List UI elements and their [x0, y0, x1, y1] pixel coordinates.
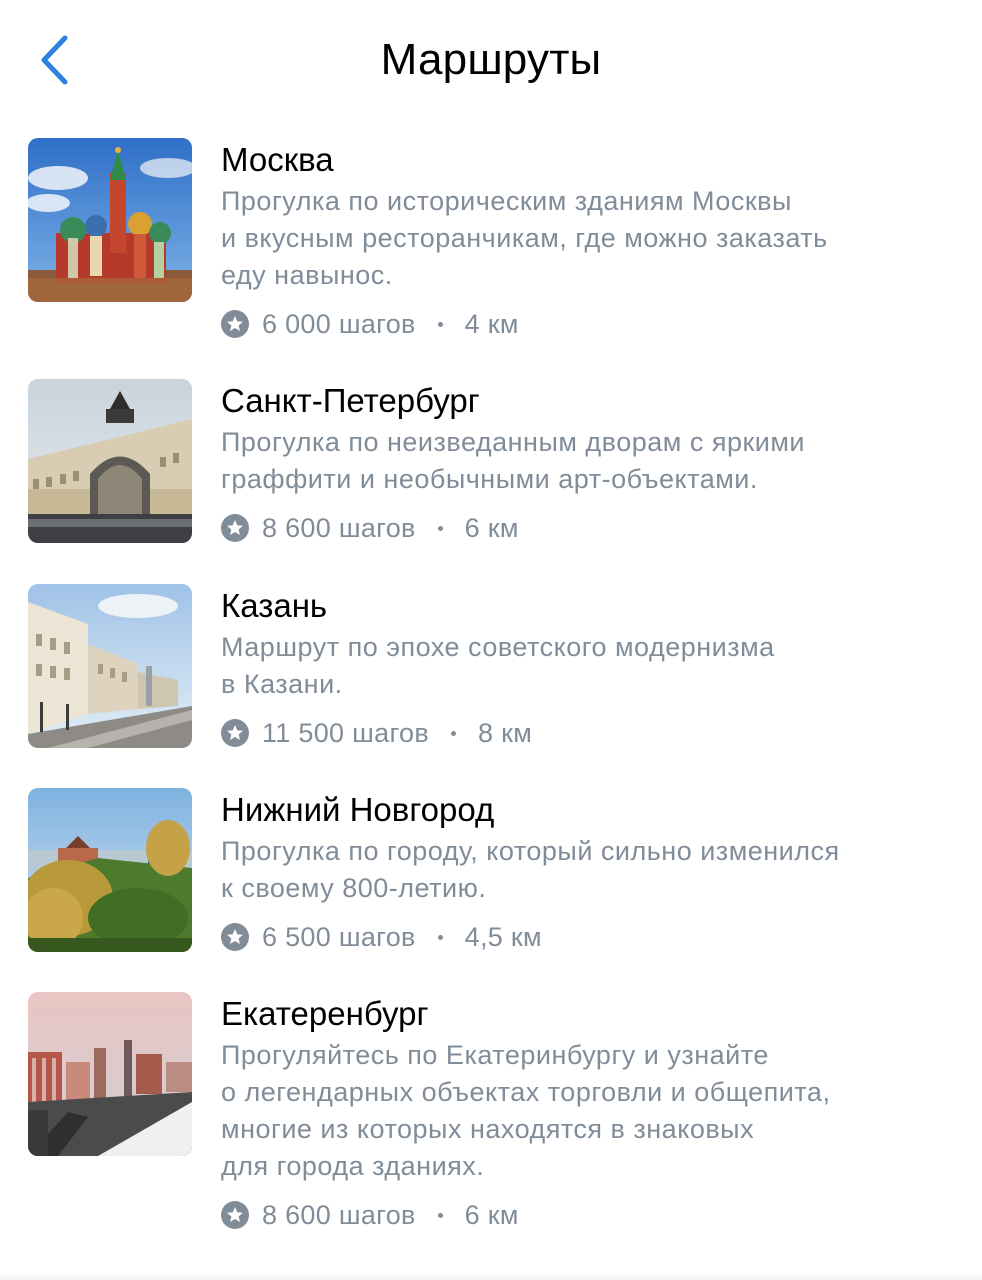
description-line: многие из которых находятся в знаковых: [221, 1114, 755, 1144]
route-stats: 8 600 шагов 6 км: [221, 506, 961, 550]
description-line: граффити и необычными арт-объектами.: [221, 464, 758, 494]
description-line: и вкусным ресторанчикам, где можно заказ…: [221, 223, 828, 253]
description-line: Прогулка по городу, который сильно измен…: [221, 836, 840, 866]
route-info: Москва Прогулка по историческим зданиям …: [221, 138, 961, 346]
separator-dot: [437, 525, 443, 531]
general-staff-building-photo: [28, 379, 192, 543]
route-stats: 11 500 шагов 8 км: [221, 711, 961, 755]
star-icon: [221, 310, 249, 338]
route-stats: 6 000 шагов 4 км: [221, 302, 961, 346]
distance: 8 км: [477, 717, 533, 748]
page-title: Маршруты: [380, 35, 602, 84]
description-line: для города зданиях.: [221, 1151, 485, 1181]
route-description: Прогулка по городу, который сильно измен…: [221, 833, 961, 907]
kazan-street-photo: [28, 584, 192, 748]
separator-dot: [437, 1212, 443, 1218]
route-description: Маршрут по эпохе советского модернизма в…: [221, 629, 961, 703]
saint-basils-cathedral-photo: [28, 138, 192, 302]
route-title: Санкт-Петербург: [221, 382, 480, 419]
route-title: Москва: [221, 141, 334, 178]
route-info: Екатеренбург Прогуляйтесь по Екатеринбур…: [221, 992, 961, 1237]
route-stats: 6 500 шагов 4,5 км: [221, 915, 961, 959]
yekaterinburg-skyline-photo: [28, 992, 192, 1156]
bottom-edge: [0, 1272, 982, 1280]
description-line: в Казани.: [221, 669, 343, 699]
route-thumbnail: [28, 584, 192, 748]
route-description: Прогулка по неизведанным дворам с яркими…: [221, 424, 961, 498]
route-info: Санкт-Петербург Прогулка по неизведанным…: [221, 379, 961, 550]
star-icon: [221, 719, 249, 747]
distance: 6 км: [464, 1199, 519, 1230]
steps-count: 6 000 шагов: [262, 308, 416, 339]
description-line: о легендарных объектах торговли и общепи…: [221, 1077, 831, 1107]
description-line: Прогулка по неизведанным дворам с яркими: [221, 427, 806, 457]
steps-count: 8 600 шагов: [262, 1199, 416, 1230]
star-icon: [221, 1201, 249, 1229]
star-icon: [221, 514, 249, 542]
steps-count: 6 500 шагов: [262, 921, 416, 952]
route-title: Казань: [221, 587, 328, 624]
distance: 6 км: [464, 512, 519, 543]
navigation-bar: Маршруты: [0, 0, 982, 118]
description-line: Прогулка по историческим зданиям Москвы: [221, 186, 792, 216]
steps-count: 8 600 шагов: [262, 512, 416, 543]
route-description: Прогуляйтесь по Екатеринбургу и узнайте …: [221, 1037, 961, 1185]
route-stats: 8 600 шагов 6 км: [221, 1193, 961, 1237]
distance: 4 км: [464, 308, 519, 339]
description-line: Маршрут по эпохе советского модернизма: [221, 632, 775, 662]
description-line: Прогуляйтесь по Екатеринбургу и узнайте: [221, 1040, 769, 1070]
distance: 4,5 км: [464, 921, 542, 952]
route-thumbnail: [28, 138, 192, 302]
description-line: к своему 800-летию.: [221, 873, 487, 903]
route-title: Екатеренбург: [221, 995, 429, 1032]
nizhny-novgorod-kremlin-photo: [28, 788, 192, 952]
separator-dot: [450, 730, 456, 736]
route-title: Нижний Новгород: [221, 791, 495, 828]
routes-screen: Маршруты Москва Прогулка по историческим…: [0, 0, 982, 1280]
route-info: Казань Маршрут по эпохе советского модер…: [221, 584, 961, 755]
separator-dot: [437, 934, 443, 940]
route-info: Нижний Новгород Прогулка по городу, кото…: [221, 788, 961, 959]
steps-count: 11 500 шагов: [262, 717, 429, 748]
description-line: еду навынос.: [221, 260, 393, 290]
route-description: Прогулка по историческим зданиям Москвы …: [221, 183, 961, 294]
route-thumbnail: [28, 992, 192, 1156]
separator-dot: [437, 321, 443, 327]
route-thumbnail: [28, 788, 192, 952]
star-icon: [221, 923, 249, 951]
route-thumbnail: [28, 379, 192, 543]
